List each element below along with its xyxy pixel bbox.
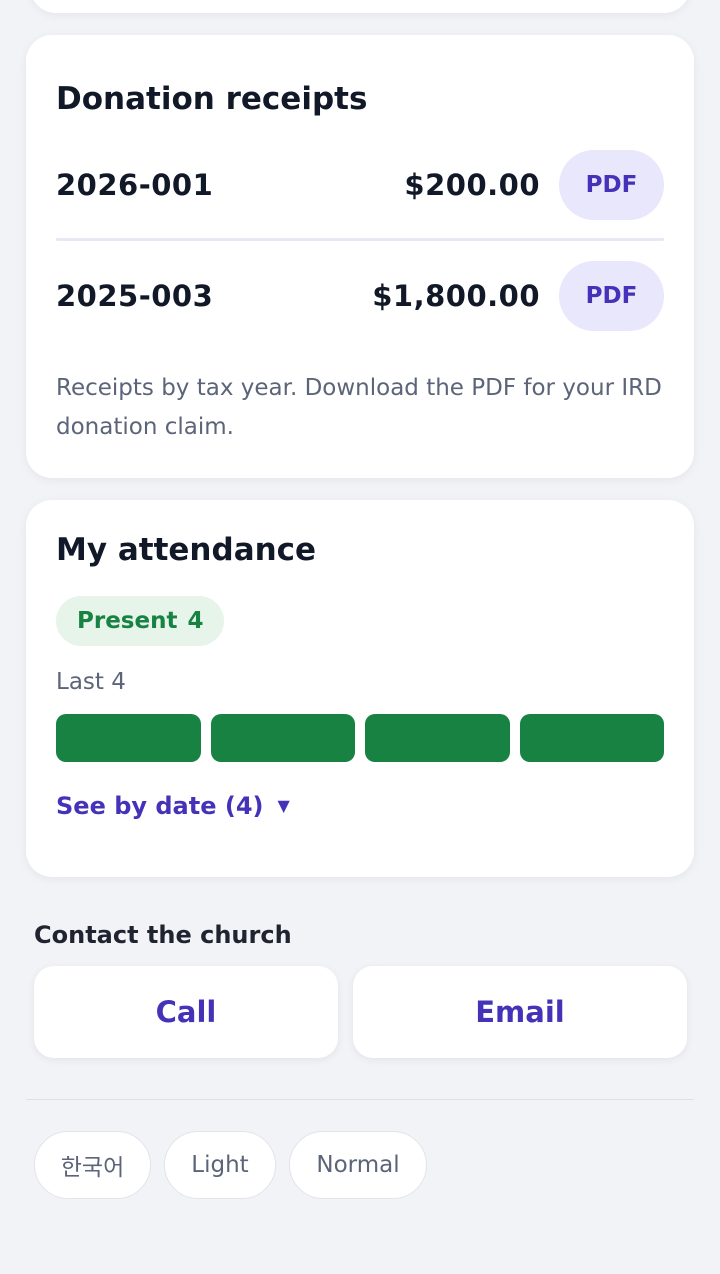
email-button[interactable]: Email xyxy=(353,966,687,1058)
download-pdf-button[interactable]: PDF xyxy=(559,150,664,220)
donation-receipts-card: Donation receipts 2026-001 $200.00 PDF 2… xyxy=(26,35,694,478)
attendance-card: My attendance Present 4 Last 4 See by da… xyxy=(26,500,694,877)
receipt-divider xyxy=(56,238,664,241)
receipts-note: Receipts by tax year. Download the PDF f… xyxy=(56,375,662,440)
receipt-id: 2026-001 xyxy=(56,168,214,202)
attendance-title: My attendance xyxy=(56,532,317,568)
text-size-toggle-button[interactable]: Normal xyxy=(289,1131,427,1199)
receipt-id: 2025-003 xyxy=(56,279,214,313)
receipt-amount: $200.00 xyxy=(404,168,540,202)
present-label: Present xyxy=(77,608,178,634)
present-count: 4 xyxy=(187,608,204,634)
attendance-bar-present xyxy=(56,714,201,762)
caret-down-icon: ▼ xyxy=(277,796,290,815)
see-by-date-toggle[interactable]: See by date (4) ▼ xyxy=(56,792,290,820)
theme-toggle-button[interactable]: Light xyxy=(164,1131,276,1199)
last-sessions-label: Last 4 xyxy=(56,669,126,695)
language-toggle-button[interactable]: 한국어 xyxy=(34,1131,151,1199)
receipt-row: 2025-003 $1,800.00 PDF xyxy=(56,261,664,331)
see-by-date-label: See by date (4) xyxy=(56,792,264,820)
attendance-bars xyxy=(56,714,664,762)
present-count-badge: Present 4 xyxy=(56,596,225,646)
footer-divider xyxy=(26,1099,694,1100)
donation-receipts-title: Donation receipts xyxy=(56,81,368,117)
attendance-bar-present xyxy=(210,714,355,762)
download-pdf-button[interactable]: PDF xyxy=(559,261,664,331)
call-button[interactable]: Call xyxy=(34,966,338,1058)
receipt-amount: $1,800.00 xyxy=(372,279,540,313)
previous-card xyxy=(30,0,690,13)
contact-heading: Contact the church xyxy=(34,921,292,949)
receipt-row: 2026-001 $200.00 PDF xyxy=(56,150,664,220)
attendance-bar-present xyxy=(365,714,510,762)
attendance-bar-present xyxy=(519,714,664,762)
